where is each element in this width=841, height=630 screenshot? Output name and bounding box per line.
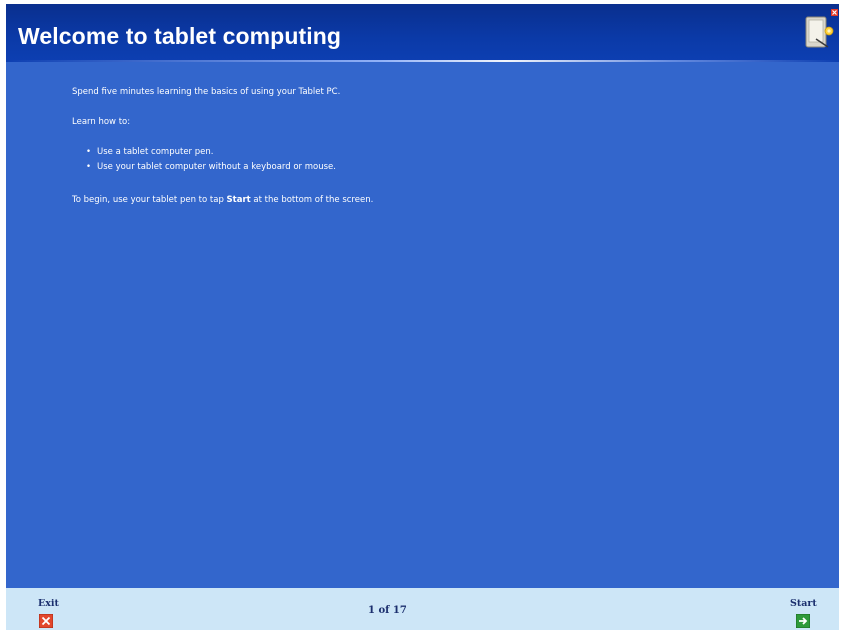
start-button[interactable]: Start xyxy=(790,598,826,628)
page-title: Welcome to tablet computing xyxy=(18,23,342,49)
title-bar: Welcome to tablet computing xyxy=(6,4,839,62)
begin-suffix: at the bottom of the screen. xyxy=(250,195,374,205)
list-item: • Use your tablet computer without a key… xyxy=(86,162,336,177)
learn-heading: Learn how to: xyxy=(72,117,131,127)
header-divider xyxy=(6,60,839,62)
list-item: • Use a tablet computer pen. xyxy=(86,147,336,162)
intro-text: Spend five minutes learning the basics o… xyxy=(72,87,341,97)
begin-prefix: To begin, use your tablet pen to tap xyxy=(72,195,227,205)
exit-button[interactable]: Exit xyxy=(36,598,60,628)
tutorial-window: Welcome to tablet computing Spend five m… xyxy=(6,4,839,630)
bullet-icon: • xyxy=(86,147,92,157)
list-item-text: Use your tablet computer without a keybo… xyxy=(97,162,336,172)
bullet-icon: • xyxy=(86,162,92,172)
tablet-pc-icon xyxy=(805,9,838,48)
start-label: Start xyxy=(790,598,817,609)
list-item-text: Use a tablet computer pen. xyxy=(97,147,214,157)
page-indicator: 1 of 17 xyxy=(368,605,407,616)
navigation-bar: Exit 1 of 17 Start xyxy=(6,588,839,630)
exit-label: Exit xyxy=(38,598,59,609)
close-x-icon xyxy=(39,614,53,628)
learn-list: • Use a tablet computer pen. • Use your … xyxy=(86,147,336,177)
begin-instructions: To begin, use your tablet pen to tap Sta… xyxy=(72,195,373,206)
begin-start-emphasis: Start xyxy=(226,195,251,205)
arrow-right-icon xyxy=(796,614,810,628)
